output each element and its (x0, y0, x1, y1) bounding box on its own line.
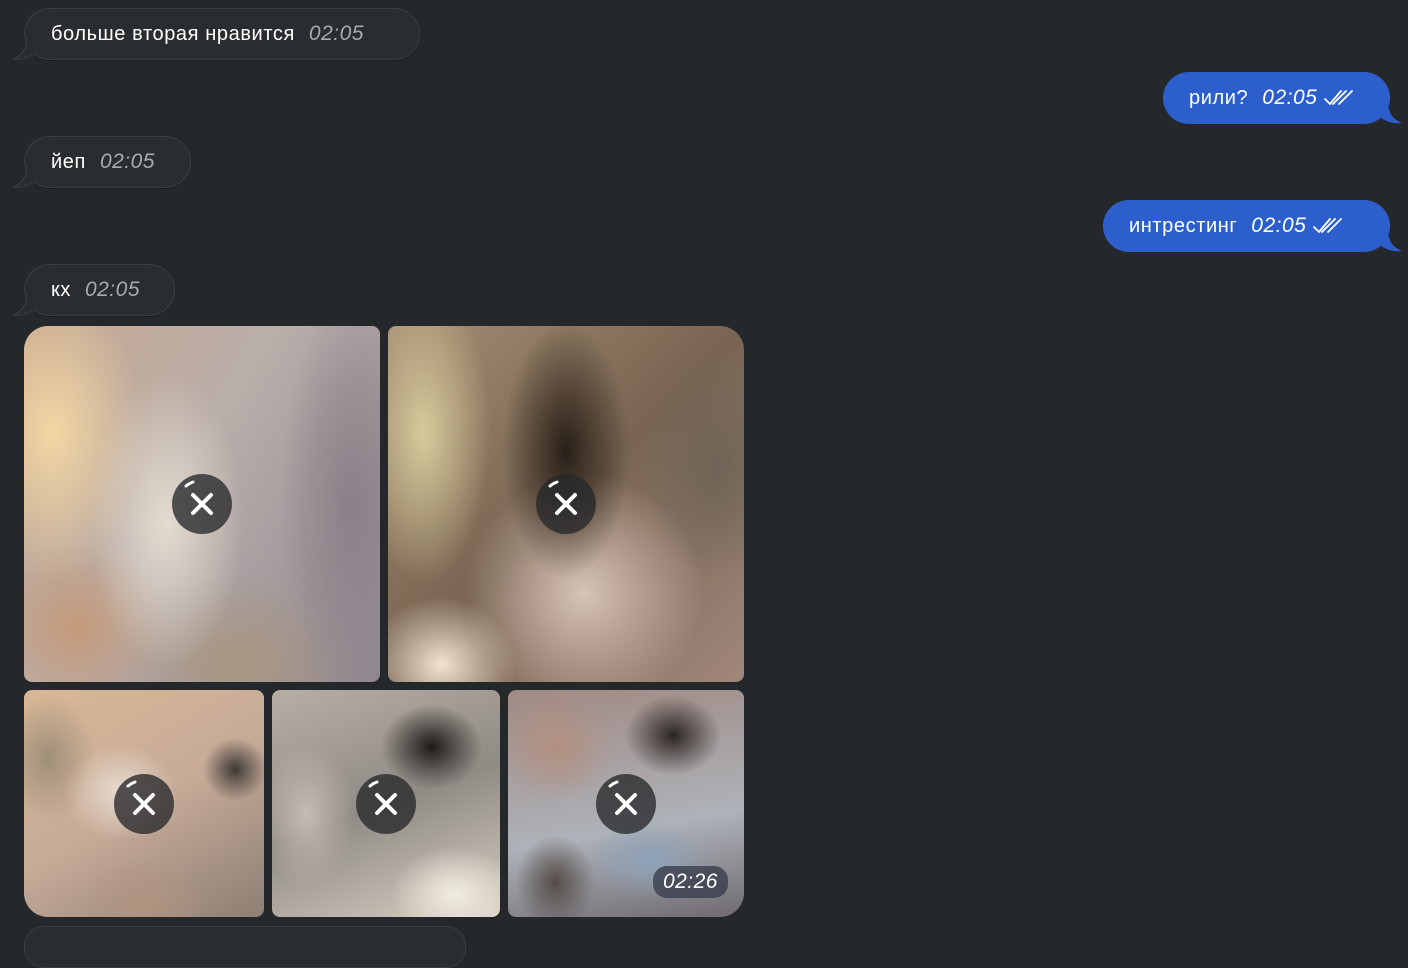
cancel-download-button[interactable] (536, 474, 596, 534)
album-photo[interactable] (388, 326, 744, 682)
chat-history: больше вторая нравится 02:05 рили? 02:05… (0, 0, 1408, 968)
double-check-icon (1324, 90, 1354, 105)
album-photo[interactable]: 02:26 (508, 690, 744, 917)
incoming-message[interactable]: йеп 02:05 (13, 136, 191, 188)
incoming-message[interactable]: больше вторая нравится 02:05 (13, 8, 420, 60)
album-photo[interactable] (24, 690, 264, 917)
message-text: йеп (51, 150, 86, 173)
message-text: рили? (1189, 86, 1249, 109)
cancel-download-button[interactable] (172, 474, 232, 534)
message-text: кх (51, 278, 71, 301)
album-time-badge: 02:26 (652, 866, 728, 898)
bubble-tail (13, 38, 38, 60)
album-photo[interactable] (24, 326, 380, 682)
message-text: больше вторая нравится (51, 22, 295, 45)
close-icon (184, 480, 213, 515)
message-time: 02:05 (99, 150, 155, 173)
bubble-tail (1378, 102, 1402, 124)
message-time: 02:05 (1262, 86, 1318, 109)
bubble-tail (1378, 230, 1402, 252)
incoming-message[interactable]: кх 02:05 (13, 264, 175, 316)
cancel-download-button[interactable] (596, 773, 656, 834)
double-check-icon (1313, 218, 1343, 233)
cancel-download-button[interactable] (356, 773, 416, 834)
close-icon (368, 780, 397, 815)
bubble-tail (13, 166, 38, 188)
message-time: 02:05 (308, 22, 364, 45)
incoming-message-partial[interactable] (24, 926, 466, 968)
close-icon (126, 780, 155, 815)
album-photo[interactable] (272, 690, 500, 917)
bubble-tail (13, 294, 38, 316)
close-icon (608, 780, 637, 815)
message-time: 02:05 (1251, 214, 1307, 237)
message-text: интрестинг (1129, 214, 1238, 237)
close-icon (548, 480, 577, 515)
cancel-download-button[interactable] (114, 773, 174, 834)
outgoing-message[interactable]: рили? 02:05 (1163, 72, 1402, 124)
message-time: 02:05 (84, 278, 141, 301)
outgoing-message[interactable]: интрестинг 02:05 (1103, 200, 1402, 252)
